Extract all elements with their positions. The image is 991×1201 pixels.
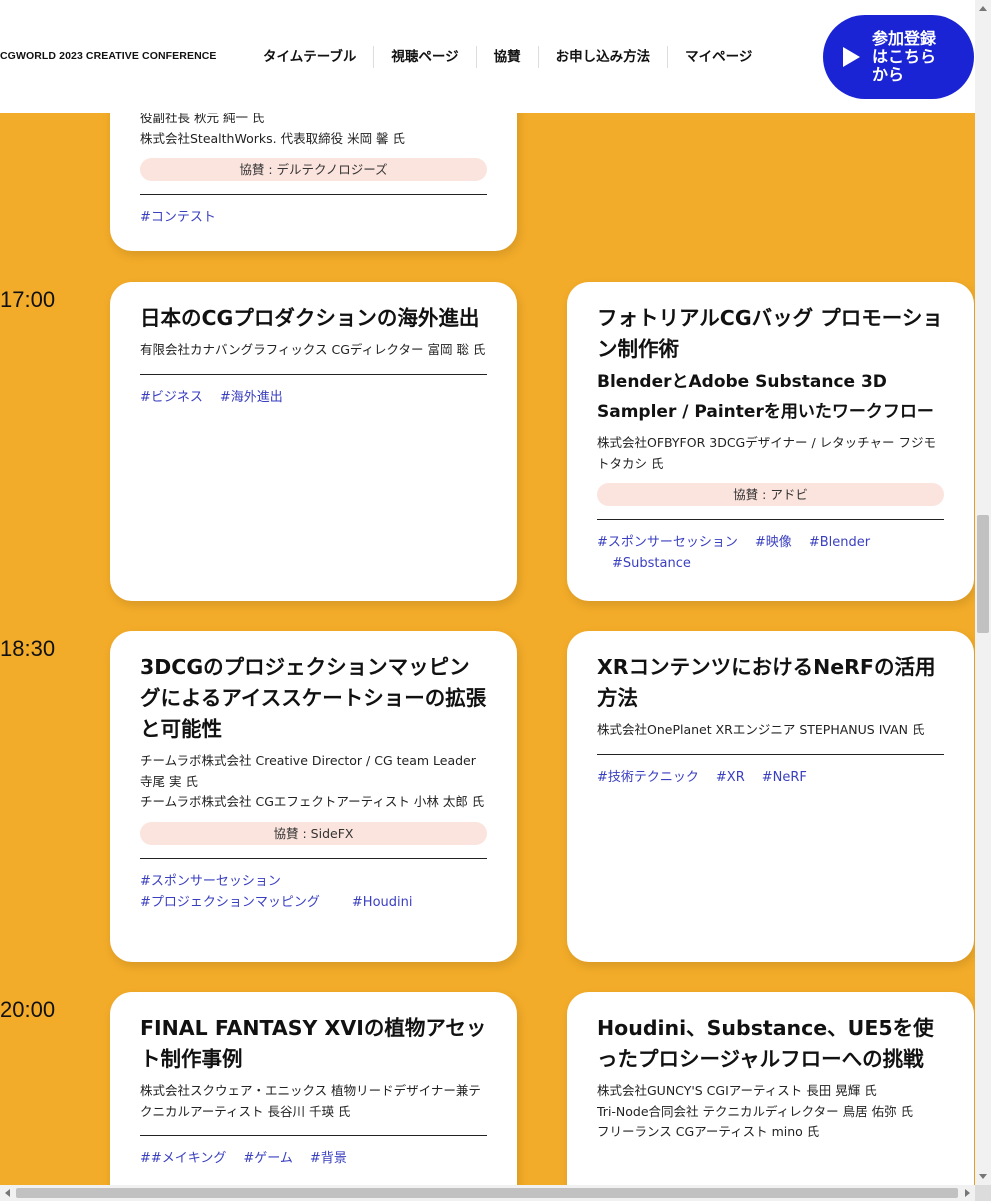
scroll-up-icon[interactable] (979, 6, 987, 11)
tag-list: #コンテスト (140, 207, 487, 228)
time-label: 20:00 (0, 997, 56, 1022)
session-subtitle: BlenderとAdobe Substance 3D Sampler / Pai… (597, 372, 934, 422)
tag-link[interactable]: #スポンサーセッション (140, 871, 281, 892)
tag-list: ##メイキング #ゲーム #背景 (140, 1148, 487, 1169)
tag-link[interactable]: #背景 (310, 1148, 347, 1169)
tag-link[interactable]: #Blender (809, 532, 870, 553)
vertical-scroll-thumb[interactable] (977, 515, 989, 633)
divider (597, 753, 944, 755)
tag-link[interactable]: #Substance (612, 553, 691, 574)
tag-list: #技術テクニック #XR #NeRF (597, 767, 944, 788)
nav-sponsors[interactable]: 協賛 (475, 46, 538, 68)
site-logo[interactable]: CGWORLD 2023 CREATIVE CONFERENCE (0, 50, 217, 62)
tag-link[interactable]: #ビジネス (140, 387, 203, 408)
session-title[interactable]: 3DCGのプロジェクションマッピングによるアイススケートショーの拡張と可能性 (140, 652, 487, 745)
register-button[interactable]: 参加登録はこちらから (823, 15, 974, 99)
session-card[interactable]: Houdini、Substance、UE5を使ったプロシージャルフローへの挑戦 … (567, 992, 974, 1201)
speaker-line: 株式会社OFBYFOR 3DCGデザイナー / レタッチャー フジモトタカシ 氏 (597, 435, 936, 471)
scroll-down-icon[interactable] (979, 1174, 987, 1179)
tag-list: #ビジネス #海外進出 (140, 387, 487, 408)
horizontal-scroll-thumb[interactable] (16, 1188, 958, 1198)
sponsor-badge: 協賛 : アドビ (597, 483, 944, 506)
tag-link[interactable]: #コンテスト (140, 207, 216, 228)
divider (140, 857, 487, 859)
sponsor-badge: 協賛 : SideFX (140, 821, 487, 845)
session-title[interactable]: フォトリアルCGバッグ プロモーション制作術 (597, 303, 944, 365)
nav-viewing-page[interactable]: 視聴ページ (373, 46, 475, 68)
site-header: CGWORLD 2023 CREATIVE CONFERENCE タイムテーブル… (0, 0, 975, 113)
divider (140, 373, 487, 375)
time-label: 17:00 (0, 287, 56, 312)
tag-link[interactable]: #技術テクニック (597, 767, 699, 788)
session-card[interactable]: 3DCGのプロジェクションマッピングによるアイススケートショーの拡張と可能性 チ… (110, 631, 517, 962)
time-label: 18:30 (0, 636, 56, 661)
session-card[interactable]: フォトリアルCGバッグ プロモーション制作術 BlenderとAdobe Sub… (567, 282, 974, 601)
speaker-line: 株式会社スクウェア・エニックス 植物リードデザイナー兼テクニカルアーティスト 長… (140, 1083, 481, 1119)
tag-link[interactable]: #プロジェクションマッピング (140, 892, 320, 913)
session-card[interactable]: XRコンテンツにおけるNeRFの活用方法 株式会社OnePlanet XRエンジ… (567, 631, 974, 962)
session-card[interactable]: 日本のCGプロダクションの海外進出 有限会社カナバングラフィックス CGディレク… (110, 282, 517, 601)
session-card[interactable]: FINAL FANTASY XVIの植物アセット制作事例 株式会社スクウェア・エ… (110, 992, 517, 1201)
main-nav: タイムテーブル 視聴ページ 協賛 お申し込み方法 マイページ (246, 46, 769, 68)
tag-link[interactable]: #Houdini (352, 892, 413, 913)
speaker-line: 有限会社カナバングラフィックス CGディレクター 富岡 聡 氏 (140, 342, 486, 357)
speaker-line: 株式会社OnePlanet XRエンジニア STEPHANUS IVAN 氏 (597, 722, 925, 737)
session-title[interactable]: 日本のCGプロダクションの海外進出 (140, 303, 487, 334)
tag-link[interactable]: #NeRF (762, 767, 807, 788)
tag-list: #スポンサーセッション#プロジェクションマッピング #Houdini (140, 871, 487, 913)
speaker-line: チームラボ株式会社 CGエフェクトアーティスト 小林 太郎 氏 (140, 794, 485, 809)
divider (597, 519, 944, 520)
speaker-line: Tri-Node合同会社 テクニカルディレクター 鳥居 佑弥 氏 (597, 1103, 914, 1119)
tag-link[interactable]: #海外進出 (220, 387, 283, 408)
play-icon (843, 47, 860, 67)
nav-timetable[interactable]: タイムテーブル (246, 46, 373, 68)
session-title[interactable]: FINAL FANTASY XVIの植物アセット制作事例 (140, 1013, 487, 1075)
divider (140, 194, 487, 195)
sponsor-badge: 協賛 : デルテクノロジーズ (140, 158, 487, 181)
nav-how-to-apply[interactable]: お申し込み方法 (537, 46, 668, 68)
session-title[interactable]: XRコンテンツにおけるNeRFの活用方法 (597, 652, 944, 714)
session-title[interactable]: Houdini、Substance、UE5を使ったプロシージャルフローへの挑戦 (597, 1013, 944, 1075)
vertical-scrollbar[interactable] (975, 0, 991, 1185)
speaker-line: 株式会社GUNCY'S CGIアーティスト 長田 晃輝 氏 (597, 1083, 877, 1098)
tag-link[interactable]: #ゲーム (243, 1148, 293, 1169)
tag-link[interactable]: #スポンサーセッション (597, 532, 738, 553)
tag-link[interactable]: #XR (716, 767, 745, 788)
tag-link[interactable]: #映像 (755, 532, 792, 553)
scroll-left-icon[interactable] (5, 1189, 10, 1197)
divider (140, 1135, 487, 1136)
register-button-label: 参加登録はこちらから (872, 29, 937, 84)
nav-mypage[interactable]: マイページ (667, 46, 769, 68)
speaker-line: フリーランス CGアーティスト mino 氏 (597, 1124, 820, 1139)
tag-list: #スポンサーセッション #映像 #Blender #Substance (597, 532, 944, 574)
speaker-line: 株式会社StealthWorks. 代表取締役 米岡 馨 氏 (140, 130, 406, 146)
horizontal-scrollbar[interactable] (0, 1185, 975, 1201)
scrollbar-corner (975, 1185, 991, 1201)
speaker-line: チームラボ株式会社 Creative Director / CG team Le… (140, 753, 476, 789)
tag-link[interactable]: ##メイキング (140, 1148, 226, 1169)
scroll-right-icon[interactable] (965, 1189, 970, 1197)
